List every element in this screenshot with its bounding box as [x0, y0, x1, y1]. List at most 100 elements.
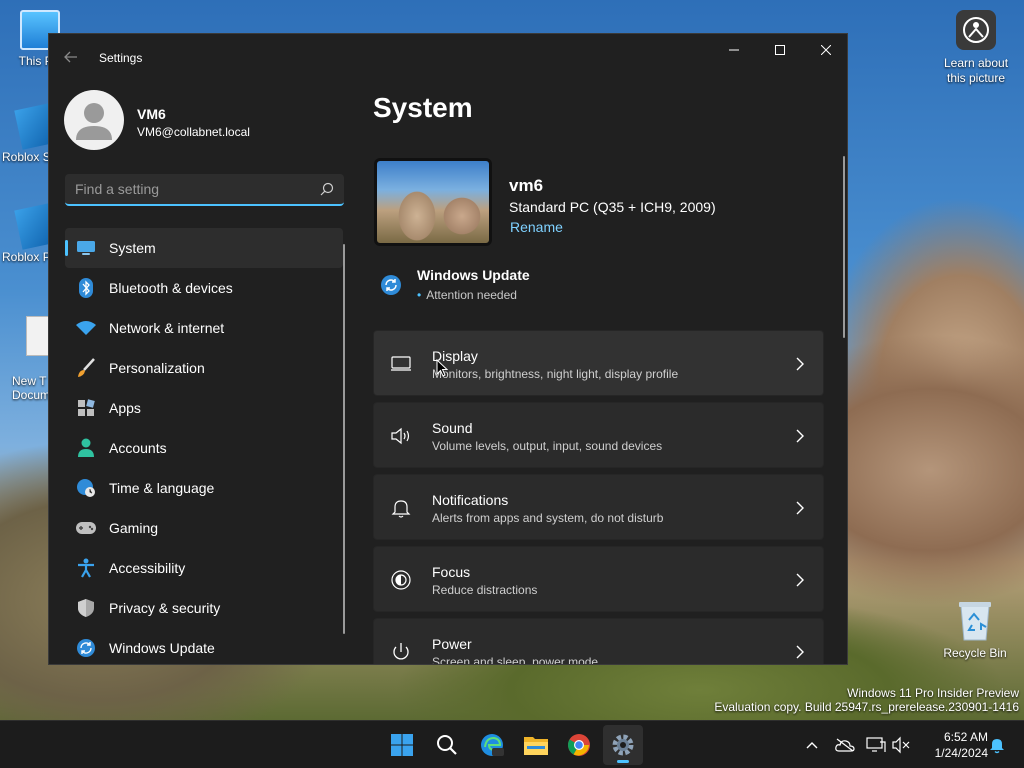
- camera-info-icon: [956, 10, 996, 50]
- chevron-right-icon: [796, 645, 804, 659]
- card-title: Notifications: [432, 492, 509, 508]
- card-subtitle: Alerts from apps and system, do not dist…: [432, 511, 664, 525]
- desktop-icon-label: Roblox P: [2, 250, 51, 264]
- bell-icon: [990, 739, 1004, 754]
- person-icon: [76, 438, 96, 458]
- search-input[interactable]: [65, 174, 305, 204]
- bell-icon: [391, 500, 411, 518]
- display-icon: [391, 356, 411, 371]
- device-name: vm6: [509, 176, 544, 195]
- taskbar-chrome-button[interactable]: [559, 725, 599, 765]
- chevron-right-icon: [796, 573, 804, 587]
- sidebar-item-label: Privacy & security: [109, 600, 221, 616]
- sidebar-item-gaming[interactable]: Gaming: [65, 508, 343, 548]
- sidebar-item-accounts[interactable]: Accounts: [65, 428, 343, 468]
- close-button[interactable]: [803, 34, 847, 66]
- search-icon: [437, 735, 457, 755]
- apps-icon: [76, 398, 96, 418]
- build-watermark: Windows 11 Pro Insider Preview Evaluatio…: [714, 686, 1019, 714]
- device-model: Standard PC (Q35 + ICH9, 2009): [509, 199, 716, 215]
- speaker-icon: [391, 427, 410, 445]
- gamepad-icon: [76, 518, 96, 538]
- bluetooth-icon: [76, 278, 96, 298]
- mouse-cursor-icon: [436, 359, 448, 377]
- learn-about-picture[interactable]: Learn about this picture: [936, 10, 1016, 86]
- sidebar-item-label: Gaming: [109, 520, 159, 536]
- network-tray-button[interactable]: [866, 735, 886, 755]
- card-focus[interactable]: Focus Reduce distractions: [373, 546, 824, 612]
- user-avatar-icon: [76, 103, 112, 140]
- windows-update-status: • Attention needed: [417, 288, 517, 302]
- focus-icon: [391, 570, 411, 590]
- sidebar-item-apps[interactable]: Apps: [65, 388, 343, 428]
- taskbar-settings-button[interactable]: [603, 725, 643, 765]
- user-profile[interactable]: VM6 VM6@collabnet.local: [64, 90, 344, 150]
- chevron-right-icon: [796, 429, 804, 443]
- profile-email: VM6@collabnet.local: [137, 125, 250, 139]
- sidebar-item-label: Windows Update: [109, 640, 215, 656]
- taskbar: 6:52 AM 1/24/2024: [0, 720, 1024, 768]
- show-hidden-icons-button[interactable]: [802, 735, 822, 755]
- taskbar-clock[interactable]: 6:52 AM 1/24/2024: [920, 729, 988, 761]
- rename-link[interactable]: Rename: [510, 219, 563, 235]
- sidebar-item-accessibility[interactable]: Accessibility: [65, 548, 343, 588]
- taskbar-search-button[interactable]: [427, 725, 467, 765]
- wifi-icon: [76, 318, 96, 338]
- recycle-bin-label: Recycle Bin: [943, 646, 1007, 660]
- minimize-icon: [729, 49, 739, 51]
- watermark-edition: Windows 11 Pro Insider Preview: [847, 686, 1019, 700]
- cloud-offline-icon: [835, 738, 855, 752]
- chevron-right-icon: [796, 357, 804, 371]
- sidebar-nav: System Bluetooth & devices Network & int…: [65, 228, 343, 664]
- sidebar-item-label: Bluetooth & devices: [109, 280, 233, 296]
- windows-update-title[interactable]: Windows Update: [417, 267, 530, 283]
- chrome-icon: [568, 734, 590, 756]
- back-button[interactable]: [63, 49, 81, 67]
- brush-icon: [76, 358, 96, 378]
- close-icon: [821, 45, 831, 55]
- card-notifications[interactable]: Notifications Alerts from apps and syste…: [373, 474, 824, 540]
- sidebar-item-time-language[interactable]: Time & language: [65, 468, 343, 508]
- clock-time: 6:52 AM: [943, 730, 988, 744]
- volume-tray-button[interactable]: [891, 735, 911, 755]
- maximize-button[interactable]: [757, 34, 803, 66]
- sidebar-item-label: System: [109, 240, 156, 256]
- sidebar-item-system[interactable]: System: [65, 228, 343, 268]
- power-icon: [393, 643, 409, 660]
- sidebar-item-bluetooth[interactable]: Bluetooth & devices: [65, 268, 343, 308]
- taskbar-file-explorer-button[interactable]: [516, 725, 556, 765]
- sidebar-scrollbar[interactable]: [343, 244, 345, 634]
- notifications-tray-button[interactable]: [987, 735, 1007, 755]
- maximize-icon: [775, 45, 785, 55]
- onedrive-tray-button[interactable]: [835, 735, 855, 755]
- card-subtitle: Screen and sleep, power mode: [432, 655, 599, 665]
- card-subtitle: Volume levels, output, input, sound devi…: [432, 439, 663, 453]
- settings-icon: [612, 734, 634, 756]
- learn-about-label: Learn about this picture: [943, 56, 1009, 85]
- profile-name: VM6: [137, 106, 166, 122]
- chevron-up-icon: [806, 742, 818, 749]
- taskbar-edge-button[interactable]: [472, 725, 512, 765]
- card-subtitle: Reduce distractions: [432, 583, 538, 597]
- card-title: Sound: [432, 420, 473, 436]
- sidebar-item-privacy-security[interactable]: Privacy & security: [65, 588, 343, 628]
- sidebar-item-windows-update[interactable]: Windows Update: [65, 628, 343, 664]
- settings-cards: Display Monitors, brightness, night ligh…: [373, 330, 824, 665]
- sidebar-item-label: Accessibility: [109, 560, 186, 576]
- desktop-icon-label: New T Docum: [12, 374, 51, 402]
- sidebar-item-network[interactable]: Network & internet: [65, 308, 343, 348]
- title-bar[interactable]: Settings: [49, 34, 847, 82]
- windows-update-status-icon[interactable]: [380, 274, 402, 296]
- desktop-icon-recycle-bin[interactable]: Recycle Bin: [940, 598, 1010, 660]
- main-scrollbar[interactable]: [843, 156, 845, 338]
- card-power[interactable]: Power Screen and sleep, power mode: [373, 618, 824, 665]
- card-sound[interactable]: Sound Volume levels, output, input, soun…: [373, 402, 824, 468]
- chevron-right-icon: [796, 501, 804, 515]
- minimize-button[interactable]: [711, 34, 757, 66]
- card-title: Focus: [432, 564, 471, 580]
- sidebar-item-personalization[interactable]: Personalization: [65, 348, 343, 388]
- search-box[interactable]: [65, 174, 344, 206]
- search-icon[interactable]: [320, 182, 334, 196]
- start-button[interactable]: [382, 725, 422, 765]
- sidebar-item-label: Apps: [109, 400, 141, 416]
